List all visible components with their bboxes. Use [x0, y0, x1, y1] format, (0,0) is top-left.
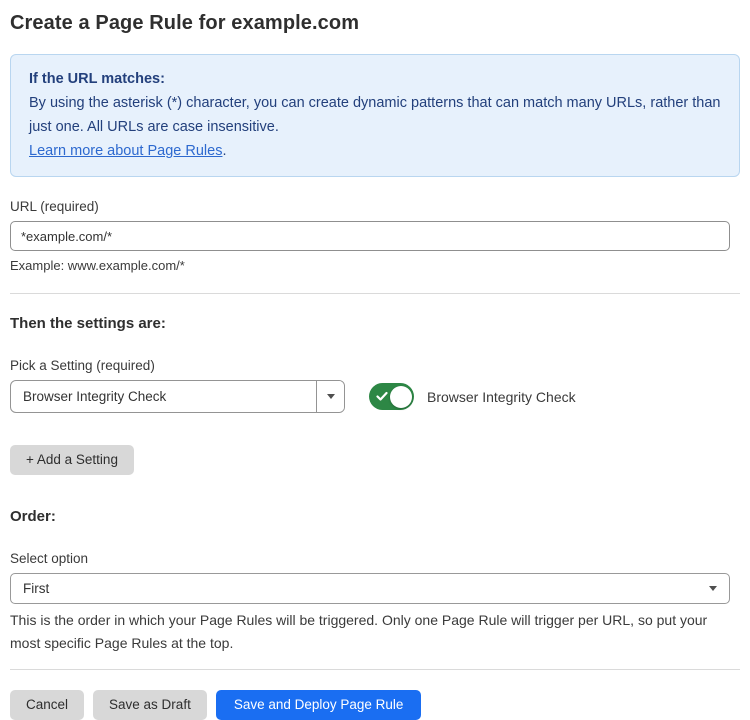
footer-actions: Cancel Save as Draft Save and Deploy Pag…: [10, 690, 740, 720]
info-box-link-line: Learn more about Page Rules.: [29, 139, 721, 163]
url-match-info-box: If the URL matches: By using the asteris…: [10, 54, 740, 177]
url-label: URL (required): [10, 199, 740, 214]
cancel-button[interactable]: Cancel: [10, 690, 84, 720]
save-deploy-button[interactable]: Save and Deploy Page Rule: [216, 690, 422, 720]
order-select[interactable]: First: [10, 573, 730, 604]
setting-select[interactable]: Browser Integrity Check: [10, 380, 345, 413]
browser-integrity-toggle[interactable]: [369, 383, 414, 410]
section-divider: [10, 293, 740, 294]
footer-divider: [10, 669, 740, 670]
save-draft-button[interactable]: Save as Draft: [93, 690, 207, 720]
chevron-down-icon: [327, 394, 335, 399]
page-title: Create a Page Rule for example.com: [10, 12, 740, 35]
info-box-body: By using the asterisk (*) character, you…: [29, 91, 721, 139]
order-help-text: This is the order in which your Page Rul…: [10, 609, 732, 655]
toggle-setting-label: Browser Integrity Check: [427, 389, 576, 405]
add-setting-button[interactable]: + Add a Setting: [10, 445, 134, 475]
setting-row: Browser Integrity Check Browser Integrit…: [10, 380, 740, 413]
order-select-value: First: [11, 581, 709, 596]
select-option-label: Select option: [10, 551, 740, 566]
toggle-knob: [390, 386, 412, 408]
create-page-rule-panel: Create a Page Rule for example.com If th…: [0, 0, 750, 720]
chevron-down-icon: [709, 586, 717, 591]
info-box-heading: If the URL matches:: [29, 67, 721, 91]
settings-heading: Then the settings are:: [10, 315, 740, 332]
check-icon: [376, 390, 388, 402]
url-example-hint: Example: www.example.com/*: [10, 258, 740, 273]
setting-select-arrow-button[interactable]: [316, 381, 344, 412]
pick-setting-label: Pick a Setting (required): [10, 358, 740, 373]
link-period: .: [222, 143, 226, 159]
setting-select-value: Browser Integrity Check: [11, 389, 316, 404]
learn-more-link[interactable]: Learn more about Page Rules: [29, 143, 222, 159]
order-heading: Order:: [10, 508, 740, 525]
url-input[interactable]: [10, 221, 730, 251]
